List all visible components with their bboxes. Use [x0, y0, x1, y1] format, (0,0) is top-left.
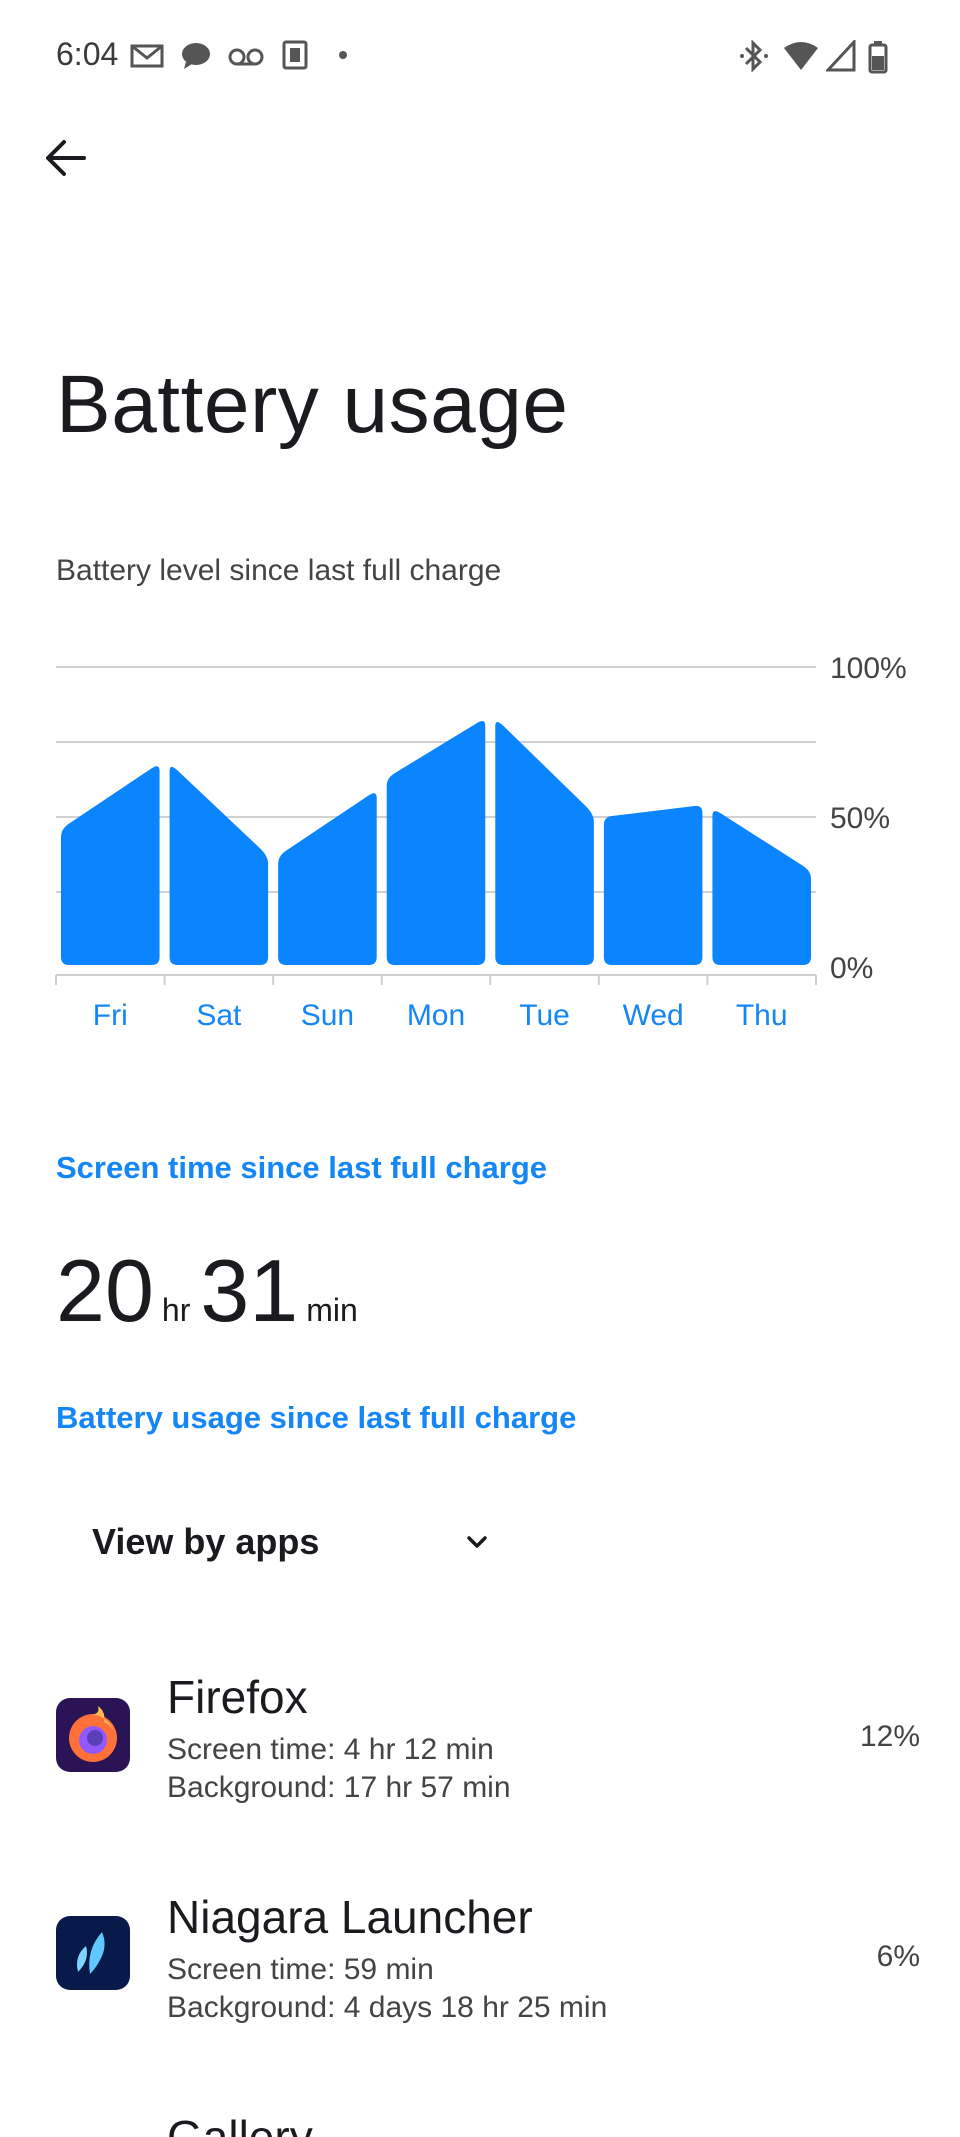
niagara-launcher-icon	[56, 1916, 130, 1990]
firefox-icon	[56, 1698, 130, 1772]
app-row-gallery[interactable]: Gallery	[0, 2100, 960, 2137]
chart-x-label: Tue	[519, 999, 570, 1032]
keep-icon	[282, 40, 308, 70]
screen-time-label: Screen time since last full charge	[56, 1150, 548, 1185]
chart-segment-thu[interactable]	[712, 811, 811, 965]
chart-x-label: Sun	[301, 999, 354, 1032]
signal-icon	[826, 40, 856, 72]
app-usage-percent: 12%	[859, 1720, 920, 1753]
app-screen-time: Screen time: 59 min	[167, 1953, 434, 1986]
chart-segment-tue[interactable]	[495, 721, 594, 965]
chart-segment-sat[interactable]	[169, 766, 269, 965]
chart-segment-wed[interactable]	[603, 805, 703, 965]
view-by-dropdown[interactable]: View by apps	[92, 1512, 492, 1572]
chart-y-label: 50%	[830, 802, 890, 835]
gmail-icon	[130, 44, 164, 68]
voicemail-icon	[228, 48, 264, 66]
app-background-time: Background: 4 days 18 hr 25 min	[167, 1991, 608, 2024]
app-row-niagara-launcher[interactable]: Niagara Launcher Screen time: 59 min Bac…	[0, 1880, 960, 2080]
chart-x-label: Sat	[196, 999, 242, 1032]
chart-x-label: Fri	[93, 999, 128, 1032]
view-by-dropdown-label: View by apps	[92, 1521, 320, 1562]
wifi-icon	[784, 42, 818, 70]
app-name: Niagara Launcher	[167, 1891, 533, 1943]
battery-icon	[868, 41, 888, 74]
chart-segment-fri[interactable]	[61, 766, 160, 965]
battery-usage-label: Battery usage since last full charge	[56, 1400, 577, 1435]
dot-icon	[339, 51, 347, 59]
screen-time-minutes: 31	[200, 1241, 299, 1340]
app-name: Firefox	[167, 1671, 308, 1723]
chart-y-label: 100%	[830, 652, 907, 685]
screen-time-hours: 20	[56, 1241, 154, 1340]
chart-label: Battery level since last full charge	[56, 554, 502, 587]
chart-y-label: 0%	[830, 952, 873, 985]
chart-x-label: Thu	[736, 999, 788, 1032]
bluetooth-icon	[740, 40, 768, 72]
chat-icon	[182, 43, 210, 69]
battery-level-chart[interactable]: Fri Sat Sun Mon Tue Wed Thu 100% 50% 0%	[0, 640, 960, 1060]
chart-segment-sun[interactable]	[278, 793, 377, 965]
back-arrow-icon[interactable]	[40, 134, 88, 182]
screen-time-value: 20 hr 31 min	[56, 1240, 368, 1342]
chart-segment-mon[interactable]	[386, 721, 486, 965]
app-name: Gallery	[167, 2111, 313, 2137]
status-time: 6:04	[56, 36, 119, 72]
chevron-down-icon	[467, 1536, 487, 1548]
app-row-firefox[interactable]: Firefox Screen time: 4 hr 12 min Backgro…	[0, 1660, 960, 1860]
chart-x-label: Wed	[623, 999, 684, 1032]
page-title: Battery usage	[56, 359, 569, 450]
chart-x-label: Mon	[407, 999, 465, 1032]
app-background-time: Background: 17 hr 57 min	[167, 1771, 511, 1804]
app-screen-time: Screen time: 4 hr 12 min	[167, 1733, 494, 1766]
screen-time-hours-unit: hr	[161, 1292, 191, 1328]
screen-time-minutes-unit: min	[306, 1292, 358, 1328]
app-usage-percent: 6%	[876, 1940, 920, 1973]
